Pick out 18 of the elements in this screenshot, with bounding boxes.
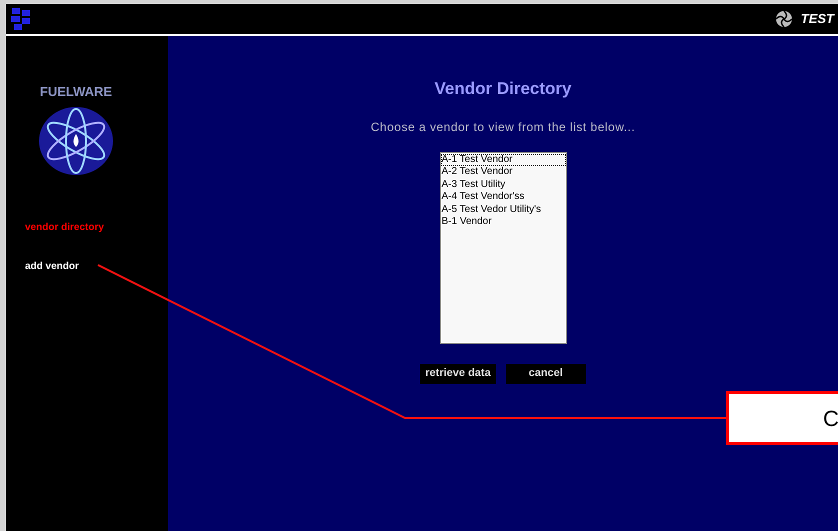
vendor-option[interactable]: A-4 Test Vendor'ss xyxy=(440,191,566,204)
action-button[interactable]: cancel xyxy=(506,364,586,384)
sidebar-link[interactable]: add vendor xyxy=(25,258,168,274)
environment-label: TEST xyxy=(800,10,834,28)
vendor-listbox[interactable]: A-1 Test Vendor A-2 Test Vendor A-3 Test Utility A-4 Test Vendor'ss A-5 Test Vedor Utility's B-1 Vendor xyxy=(440,152,566,344)
logo-text: FUELWARE xyxy=(40,83,112,101)
swirl-icon xyxy=(774,10,793,28)
instruction-text: Choose a vendor to view from the list below... xyxy=(370,118,636,136)
vendor-option[interactable]: B-1 Vendor xyxy=(440,216,566,228)
vendor-option[interactable]: A-1 Test Vendor xyxy=(440,154,566,166)
vendor-option[interactable]: A-5 Test Vedor Utility's xyxy=(440,204,566,216)
app-grid-icon xyxy=(10,7,32,31)
sidebar-link[interactable]: vendor directory xyxy=(25,220,168,234)
callout-text: C xyxy=(823,404,838,432)
page-title: Vendor Directory xyxy=(434,78,572,100)
vendor-option[interactable]: A-3 Test Utility xyxy=(440,178,566,191)
action-button[interactable]: retrieve data xyxy=(420,364,496,384)
vendor-option[interactable]: A-2 Test Vendor xyxy=(440,166,566,178)
